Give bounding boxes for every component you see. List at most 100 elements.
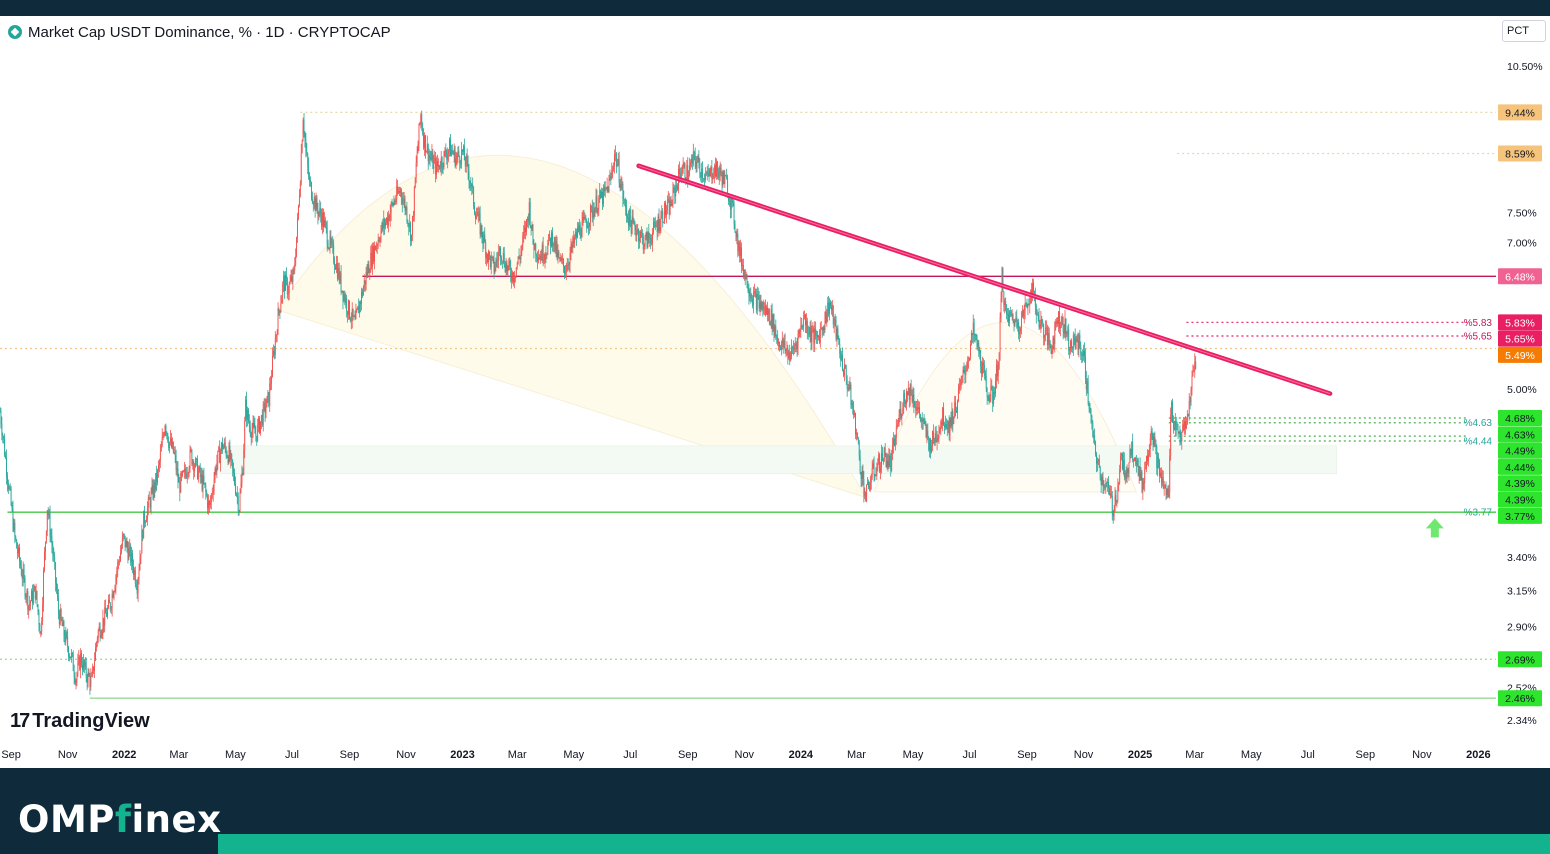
candle-body <box>574 237 576 244</box>
candle-body <box>337 267 339 279</box>
candle <box>957 383 959 403</box>
candle <box>895 419 897 445</box>
candle <box>151 477 153 495</box>
candle-body <box>1088 403 1090 409</box>
candle-body <box>1172 422 1174 428</box>
candle-body <box>549 234 551 238</box>
candle-body <box>1036 314 1038 316</box>
candle-body <box>584 216 586 219</box>
candle <box>595 188 597 213</box>
candle <box>455 151 457 169</box>
candle-body <box>395 199 397 202</box>
candle <box>902 402 904 416</box>
candle-body <box>1081 354 1083 356</box>
candle <box>82 656 83 676</box>
candle-body <box>1004 301 1006 306</box>
candle <box>327 239 329 250</box>
candle <box>463 138 465 161</box>
candle-body <box>251 430 253 438</box>
candle <box>591 199 593 223</box>
candle <box>88 668 90 677</box>
candle-body <box>743 269 745 276</box>
candle-body <box>1089 408 1091 410</box>
candle <box>209 499 210 513</box>
candle <box>735 231 737 242</box>
candle <box>467 155 469 180</box>
candle <box>58 609 60 629</box>
candle-body <box>105 607 107 614</box>
candle-body <box>668 199 670 215</box>
candle-body <box>677 185 679 190</box>
candle <box>313 192 315 210</box>
candle <box>761 300 763 311</box>
candle <box>450 134 451 157</box>
candle <box>435 151 437 183</box>
candle-body <box>407 220 409 224</box>
candle-body <box>527 217 529 222</box>
price-label-9: 4.44% <box>1498 458 1542 475</box>
candle <box>757 287 759 300</box>
candle-body <box>705 174 707 176</box>
candle <box>551 227 553 252</box>
candle-body <box>1193 370 1195 373</box>
candle <box>158 458 160 473</box>
candle-body <box>820 328 822 330</box>
candle <box>281 294 283 304</box>
candle-body <box>655 226 657 227</box>
candle-body <box>1041 318 1043 322</box>
candle-body <box>382 222 384 229</box>
candle-body <box>460 163 462 165</box>
candle <box>600 189 602 200</box>
candle-body <box>240 482 242 493</box>
candle <box>483 230 485 249</box>
candle <box>55 561 57 592</box>
candle-body <box>867 482 869 485</box>
price-chart[interactable]: %5.83%5.65%4.63%4.44%3.77 10.50%7.50%7.0… <box>0 16 1550 768</box>
candle <box>206 489 208 498</box>
candle <box>793 342 795 355</box>
candle-body <box>663 222 665 223</box>
candle <box>1135 454 1137 473</box>
candle <box>1134 457 1135 462</box>
candle <box>439 160 441 173</box>
candle <box>24 575 26 600</box>
candle-body <box>89 676 91 687</box>
candle-body <box>935 433 937 442</box>
candle <box>325 221 327 234</box>
candle <box>491 255 493 261</box>
candle-body <box>635 229 637 236</box>
candle-body <box>191 449 193 465</box>
candle-body <box>615 153 617 167</box>
candle <box>643 243 645 254</box>
candle <box>56 577 57 594</box>
candle <box>1096 451 1097 473</box>
candle-body <box>360 302 362 305</box>
candle <box>637 224 639 235</box>
candle-body <box>774 326 776 336</box>
candle <box>646 227 648 250</box>
candle <box>402 191 404 206</box>
scale-mode-button[interactable]: PCT <box>1502 20 1546 42</box>
candle-body <box>1026 304 1028 308</box>
candle <box>3 435 5 444</box>
candle <box>213 471 215 495</box>
candle <box>987 394 989 402</box>
candle-body <box>990 386 992 401</box>
candle <box>851 400 853 409</box>
candle <box>34 585 36 604</box>
candle-body <box>466 156 468 161</box>
candle-body <box>1094 435 1096 443</box>
candle-body <box>886 460 888 467</box>
candle-body <box>462 149 463 152</box>
candle <box>90 668 92 691</box>
candle-body <box>959 385 961 387</box>
candle <box>906 391 908 403</box>
candle <box>418 123 420 152</box>
chart-area[interactable]: %5.83 %5.65 %4.63 %4.44 %3.77 10.50% 7.50% 7.0… <box>0 16 1550 768</box>
candle <box>737 228 739 258</box>
symbol-title[interactable]: Market Cap USDT Dominance, % · 1D · CRYP… <box>8 22 391 42</box>
candle <box>904 389 906 407</box>
candle-body <box>689 165 691 176</box>
candle-body <box>153 482 155 498</box>
candle <box>268 391 270 408</box>
